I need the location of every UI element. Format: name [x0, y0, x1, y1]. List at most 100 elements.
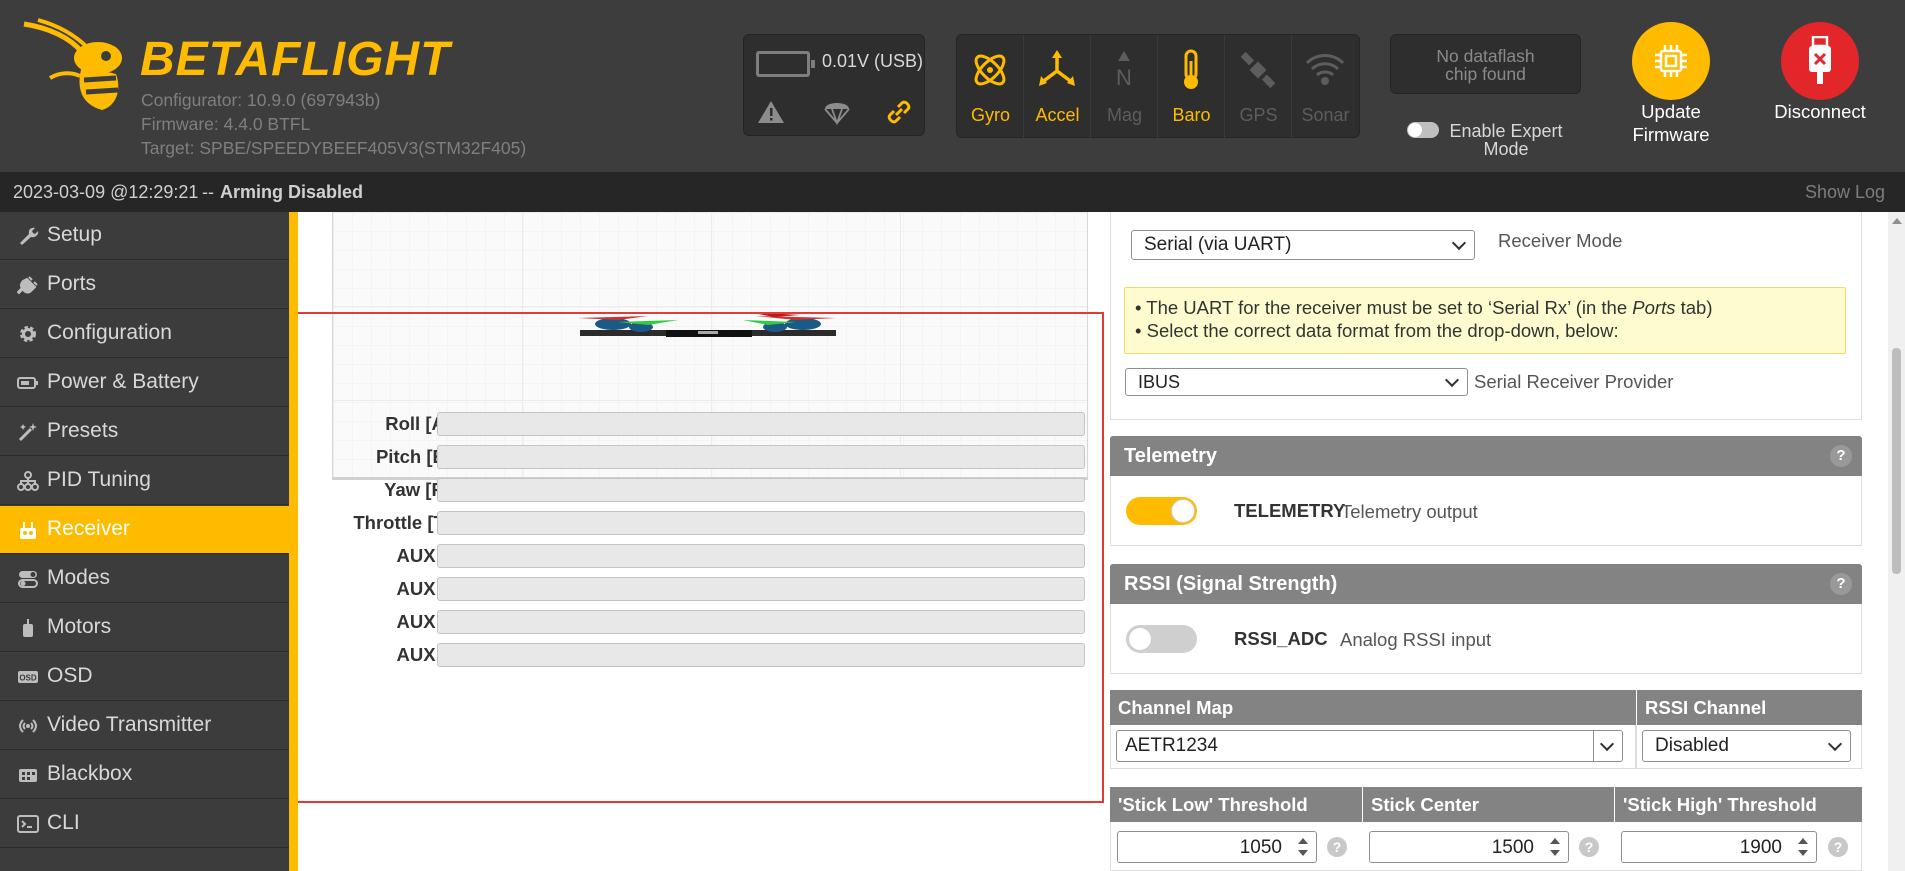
help-icon[interactable]: ? — [1579, 837, 1599, 857]
configurator-version: Configurator: 10.9.0 (697943b) — [141, 90, 381, 110]
rssi-channel-select[interactable]: Disabled — [1642, 730, 1851, 762]
toggle-knob — [1128, 627, 1152, 651]
rssi-panel-header: RSSI (Signal Strength) ? — [1110, 564, 1862, 604]
sidebar-item-pid-tuning[interactable]: PID Tuning — [0, 457, 289, 505]
channel-map-value: AETR1234 — [1125, 735, 1218, 756]
blackbox-icon — [19, 769, 37, 782]
baro-icon — [1184, 49, 1198, 89]
accel-icon — [1039, 50, 1075, 86]
update-firmware-label: Update Firmware — [1621, 100, 1721, 146]
serial-provider-value: IBUS — [1138, 372, 1181, 392]
failsafe-parachute-icon — [824, 103, 850, 126]
battery-icon — [756, 51, 815, 77]
terminal-icon — [17, 815, 39, 833]
wrench-icon — [20, 227, 39, 245]
arming-status: Arming Disabled — [220, 182, 364, 202]
spinner-icon[interactable] — [1794, 835, 1812, 859]
sidebar-item-cli[interactable]: CLI — [0, 800, 289, 848]
dataflash-status: No dataflash chip found — [1390, 34, 1581, 94]
serial-provider-select[interactable]: IBUS — [1125, 368, 1468, 396]
sidebar-item-osd[interactable]: OSD OSD — [0, 653, 289, 701]
toggle-knob — [1171, 499, 1195, 523]
rssi-option-description: Analog RSSI input — [1340, 629, 1492, 650]
stick-center-header: Stick Center — [1362, 787, 1614, 822]
chip-icon — [1655, 45, 1687, 77]
link-icon — [887, 100, 911, 124]
sidebar-item-power-battery[interactable]: Power & Battery — [0, 359, 289, 407]
disconnect-button[interactable] — [1781, 22, 1859, 100]
scroll-up-icon[interactable] — [1892, 218, 1902, 224]
sensor-label: Mag — [1106, 105, 1142, 125]
stick-low-value: 1050 — [1239, 837, 1282, 858]
warning-icon — [758, 101, 784, 123]
stick-high-header: 'Stick High' Threshold — [1614, 787, 1862, 822]
gps-icon — [1240, 51, 1276, 89]
bee-logo-icon — [23, 18, 122, 110]
note-text: • The UART for the receiver must be set … — [1135, 297, 1633, 318]
note-text: tab) — [1675, 297, 1713, 318]
receiver-mode-label: Receiver Mode — [1498, 230, 1623, 251]
sidebar-item-configuration[interactable]: Configuration — [0, 310, 289, 358]
sensor-gps: GPS — [1225, 35, 1292, 139]
channel-map-select[interactable]: AETR1234 — [1116, 730, 1623, 762]
sidebar-item-motors[interactable]: Motors — [0, 604, 289, 652]
telemetry-toggle[interactable] — [1126, 497, 1197, 525]
telemetry-panel-body: TELEMETRY Telemetry output — [1110, 476, 1862, 546]
battery-icon — [17, 377, 38, 389]
help-icon[interactable]: ? — [1828, 837, 1848, 857]
rssi-title: RSSI (Signal Strength) — [1124, 573, 1338, 595]
chevron-down-icon — [1599, 736, 1615, 752]
spinner-icon[interactable] — [1294, 835, 1312, 859]
sidebar-item-modes[interactable]: Modes — [0, 555, 289, 603]
sidebar-item-ports[interactable]: Ports — [0, 261, 289, 309]
usb-plug-icon — [1809, 36, 1831, 84]
help-icon[interactable]: ? — [1830, 573, 1852, 595]
stick-high-input[interactable]: 1900 — [1621, 831, 1817, 863]
sensor-sonar: Sonar — [1292, 35, 1359, 139]
toggles-icon — [18, 571, 38, 588]
chevron-down-icon — [1827, 736, 1843, 752]
dataflash-line-1: No dataflash — [1436, 46, 1535, 66]
battery-status-panel: 0.01V (USB) — [743, 34, 925, 136]
show-log-link[interactable]: Show Log — [1805, 182, 1885, 203]
motor-icon — [23, 619, 33, 637]
expert-mode-label-line-2: Mode — [1483, 139, 1529, 159]
sidebar-item-label: PID Tuning — [47, 468, 151, 491]
rssi-adc-toggle[interactable] — [1126, 625, 1197, 653]
receiver-note-line-2: • Select the correct data format from th… — [1135, 320, 1619, 341]
telemetry-panel-header: Telemetry ? — [1110, 436, 1862, 476]
sidebar-item-setup[interactable]: Setup — [0, 212, 289, 260]
sensor-gyro: Gyro — [957, 35, 1024, 139]
help-icon[interactable]: ? — [1327, 837, 1347, 857]
sidebar-item-label: Modes — [47, 566, 111, 589]
sensor-label: Baro — [1172, 105, 1211, 125]
sidebar-item-label: Ports — [47, 272, 97, 295]
update-firmware-button[interactable] — [1632, 22, 1710, 100]
receiver-tab-content: Roll [A] Pitch [E] Yaw [R] Throttle [T] … — [298, 212, 1905, 871]
sidebar-item-video-transmitter[interactable]: Video Transmitter — [0, 702, 289, 750]
gyro-icon — [974, 54, 1006, 86]
firmware-version: Firmware: 4.4.0 BTFL — [141, 114, 311, 134]
receiver-mode-select[interactable]: Serial (via UART) — [1131, 230, 1475, 260]
stick-high-value: 1900 — [1739, 837, 1782, 858]
help-icon[interactable]: ? — [1830, 445, 1852, 467]
sidebar-item-label: Setup — [47, 223, 102, 246]
scrollbar-thumb[interactable] — [1892, 348, 1901, 574]
expert-mode-toggle[interactable] — [1407, 122, 1439, 138]
sidebar-item-presets[interactable]: Presets — [0, 408, 289, 456]
spinner-icon[interactable] — [1546, 835, 1564, 859]
battery-voltage: 0.01V (USB) — [822, 51, 924, 71]
sidebar-item-label: Video Transmitter — [47, 713, 212, 736]
telemetry-option-description: Telemetry output — [1341, 501, 1478, 522]
sidebar-item-label: Receiver — [47, 517, 130, 540]
rssi-option-name: RSSI_ADC — [1234, 628, 1328, 649]
svg-text:OSD: OSD — [19, 674, 37, 683]
stick-center-input[interactable]: 1500 — [1369, 831, 1569, 863]
sidebar-item-label: OSD — [47, 664, 93, 687]
stick-low-input[interactable]: 1050 — [1117, 831, 1317, 863]
sidebar-item-receiver[interactable]: Receiver — [0, 506, 289, 554]
sensor-accel: Accel — [1024, 35, 1091, 139]
sidebar-item-blackbox[interactable]: Blackbox — [0, 751, 289, 799]
magic-wand-icon — [18, 423, 37, 442]
main-scrollbar[interactable] — [1888, 212, 1905, 871]
